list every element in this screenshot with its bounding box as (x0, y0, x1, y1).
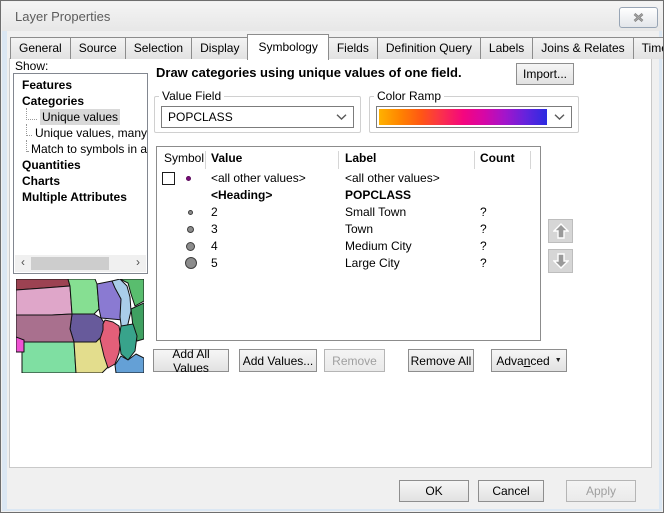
tab-selection[interactable]: Selection (125, 37, 192, 59)
point-symbol-size-5[interactable] (185, 257, 197, 269)
tree-item-categories[interactable]: Categories (14, 93, 147, 109)
header-separator (474, 151, 475, 169)
point-symbol-size-4[interactable] (186, 242, 195, 251)
move-down-button[interactable] (548, 249, 573, 273)
tree-item-quantities[interactable]: Quantities (14, 157, 147, 173)
tree-branch-line (26, 140, 28, 152)
tab-fields[interactable]: Fields (328, 37, 378, 59)
table-row-town[interactable]: 3 Town ? (157, 221, 540, 238)
close-button[interactable] (619, 7, 658, 28)
tree-item-match-symbols[interactable]: Match to symbols in a (14, 141, 147, 157)
value-field-legend: Value Field (159, 89, 224, 103)
tree-item-charts[interactable]: Charts (14, 173, 147, 189)
tree-branch-line (26, 124, 32, 136)
tree-item-unique-values-many[interactable]: Unique values, many (14, 125, 147, 141)
apply-button[interactable]: Apply (566, 480, 636, 502)
table-row-all-other-values[interactable]: <all other values> <all other values> (157, 170, 540, 187)
table-row-large-city[interactable]: 5 Large City ? (157, 255, 540, 272)
ok-button[interactable]: OK (399, 480, 469, 502)
scroll-left-icon[interactable]: ‹ (15, 255, 31, 272)
value-field-dropdown[interactable]: POPCLASS (161, 106, 354, 128)
point-symbol-all-other[interactable] (186, 176, 191, 181)
column-header-symbol: Symbol (164, 151, 204, 165)
show-tree-listbox: Features Categories Unique values Unique… (13, 73, 148, 274)
column-header-value: Value (211, 151, 242, 165)
scrollbar-thumb[interactable] (31, 257, 109, 270)
remove-all-button[interactable]: Remove All (408, 349, 474, 372)
color-ramp-groupbox: Color Ramp (369, 89, 579, 133)
import-button[interactable]: Import... (516, 63, 574, 85)
add-values-button[interactable]: Add Values... (239, 349, 317, 372)
tab-display[interactable]: Display (191, 37, 248, 59)
move-up-button[interactable] (548, 219, 573, 243)
close-icon (633, 13, 644, 22)
tree-item-multiple-attributes[interactable]: Multiple Attributes (14, 189, 147, 205)
table-row-medium-city[interactable]: 4 Medium City ? (157, 238, 540, 255)
remove-button[interactable]: Remove (324, 349, 385, 372)
show-list-horizontal-scrollbar[interactable]: ‹ › (15, 255, 146, 272)
advanced-button[interactable]: Advanced ▼ (491, 349, 567, 372)
instruction-text: Draw categories using unique values of o… (156, 65, 462, 80)
header-separator (530, 151, 531, 169)
chevron-down-icon (547, 114, 571, 120)
tab-general[interactable]: General (10, 37, 71, 59)
table-row-small-town[interactable]: 2 Small Town ? (157, 204, 540, 221)
tree-branch-line (26, 108, 37, 120)
all-other-values-checkbox[interactable] (162, 172, 175, 185)
dropdown-arrow-icon: ▼ (555, 357, 562, 364)
map-preview-image (16, 279, 144, 373)
header-separator (205, 151, 206, 169)
point-symbol-size-3[interactable] (187, 226, 194, 233)
arrow-down-icon (553, 253, 569, 269)
tab-joins-relates[interactable]: Joins & Relates (532, 37, 633, 59)
layer-properties-dialog: Layer Properties General Source Selectio… (0, 0, 664, 513)
tree-item-unique-values[interactable]: Unique values (14, 109, 147, 125)
point-symbol-size-2[interactable] (188, 210, 193, 215)
dialog-title: Layer Properties (15, 9, 110, 24)
add-all-values-button[interactable]: Add All Values (153, 349, 229, 372)
arrow-up-icon (553, 223, 569, 239)
color-ramp-legend: Color Ramp (374, 89, 444, 103)
advanced-label: Advanced (496, 354, 549, 368)
chevron-down-icon (329, 114, 353, 120)
title-bar: Layer Properties (2, 2, 662, 31)
color-ramp-swatch (379, 109, 547, 125)
color-ramp-dropdown[interactable] (376, 106, 572, 128)
scroll-right-icon[interactable]: › (130, 255, 146, 272)
tab-time[interactable]: Time (633, 37, 664, 59)
table-header: Symbol Value Label Count (157, 147, 540, 169)
tree-item-features[interactable]: Features (14, 77, 147, 93)
column-header-label: Label (345, 151, 376, 165)
tab-labels[interactable]: Labels (480, 37, 533, 59)
dialog-body: General Source Selection Display Symbolo… (7, 31, 659, 509)
column-header-count: Count (480, 151, 515, 165)
tab-definition-query[interactable]: Definition Query (377, 37, 481, 59)
show-label: Show: (15, 59, 48, 73)
table-row-heading[interactable]: <Heading> POPCLASS (157, 187, 540, 204)
cancel-button[interactable]: Cancel (478, 480, 544, 502)
tab-strip: General Source Selection Display Symbolo… (10, 33, 664, 59)
unique-values-table: Symbol Value Label Count <all other valu… (156, 146, 541, 341)
value-field-groupbox: Value Field POPCLASS (154, 89, 361, 133)
value-field-selected: POPCLASS (162, 110, 329, 124)
tab-symbology[interactable]: Symbology (247, 34, 328, 60)
tab-source[interactable]: Source (70, 37, 126, 59)
header-separator (338, 151, 339, 169)
